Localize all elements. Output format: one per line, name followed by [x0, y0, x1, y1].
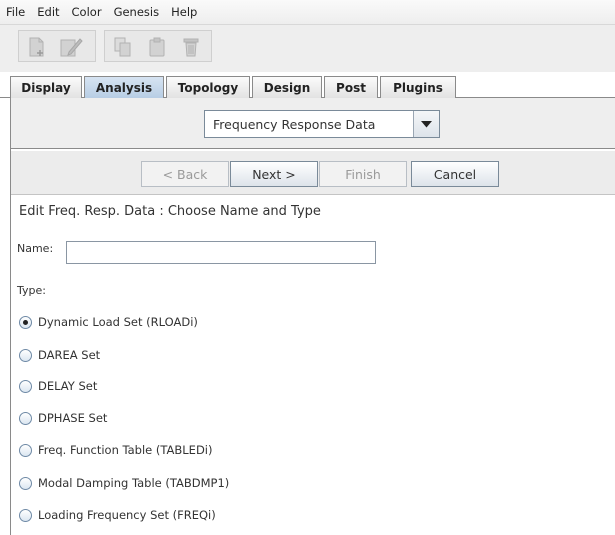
- chevron-down-icon: [421, 120, 432, 127]
- paste-button[interactable]: [145, 35, 169, 59]
- tab-design[interactable]: Design: [252, 76, 322, 98]
- new-icon: [29, 37, 44, 57]
- tab-display[interactable]: Display: [10, 76, 82, 98]
- type-option[interactable]: Modal Damping Table (TABDMP1): [19, 475, 229, 491]
- type-option[interactable]: DELAY Set: [19, 378, 97, 394]
- type-option[interactable]: Dynamic Load Set (RLOADi): [19, 314, 198, 330]
- radio-selected[interactable]: [19, 315, 32, 329]
- edit-icon: [60, 38, 83, 57]
- delete-button[interactable]: [179, 35, 203, 59]
- page-title: Edit Freq. Resp. Data : Choose Name and …: [19, 204, 321, 219]
- menu-help[interactable]: Help: [165, 5, 203, 19]
- type-label: Type:: [17, 284, 46, 297]
- tab-bar: Display Analysis Topology Design Post Pl…: [0, 74, 615, 98]
- analysis-panel: Frequency Response Data < Back Next > Fi…: [10, 98, 615, 535]
- type-selector-panel: Frequency Response Data: [11, 98, 615, 149]
- menu-edit[interactable]: Edit: [31, 5, 65, 19]
- type-option[interactable]: DAREA Set: [19, 347, 100, 363]
- type-option-label: Dynamic Load Set (RLOADi): [38, 315, 198, 329]
- data-type-combo[interactable]: Frequency Response Data: [204, 110, 440, 138]
- type-option-label: DPHASE Set: [38, 411, 108, 425]
- type-option-label: Loading Frequency Set (FREQi): [38, 508, 216, 522]
- radio-unselected[interactable]: [19, 476, 32, 490]
- radio-unselected[interactable]: [19, 508, 32, 522]
- menu-bar: File Edit Color Genesis Help: [0, 0, 615, 24]
- radio-unselected[interactable]: [19, 379, 32, 393]
- radio-unselected[interactable]: [19, 348, 32, 362]
- combo-arrow-button[interactable]: [413, 111, 439, 137]
- cancel-button[interactable]: Cancel: [411, 161, 499, 187]
- next-button[interactable]: Next >: [230, 161, 318, 187]
- type-option-label: DAREA Set: [38, 348, 101, 362]
- edit-button[interactable]: [59, 35, 83, 59]
- type-option[interactable]: Freq. Function Table (TABLEDi): [19, 442, 213, 458]
- type-option-label: DELAY Set: [38, 379, 98, 393]
- toolbar: [0, 24, 615, 72]
- type-option-label: Freq. Function Table (TABLEDi): [38, 443, 213, 457]
- copy-icon: [114, 37, 131, 57]
- type-option[interactable]: Loading Frequency Set (FREQi): [19, 507, 216, 523]
- tab-post[interactable]: Post: [324, 76, 378, 98]
- toolbar-group-edit: [18, 30, 96, 62]
- tab-plugins[interactable]: Plugins: [380, 76, 456, 98]
- menu-color[interactable]: Color: [66, 5, 108, 19]
- wizard-button-bar: < Back Next > Finish Cancel: [11, 151, 615, 195]
- name-field[interactable]: [66, 241, 376, 264]
- paste-icon: [149, 37, 165, 57]
- radio-unselected[interactable]: [19, 443, 32, 457]
- combo-value: Frequency Response Data: [213, 116, 376, 132]
- delete-icon: [183, 38, 199, 57]
- name-label: Name:: [17, 242, 54, 255]
- radio-unselected[interactable]: [19, 411, 32, 425]
- tab-topology[interactable]: Topology: [166, 76, 250, 98]
- finish-button[interactable]: Finish: [319, 161, 407, 187]
- back-button[interactable]: < Back: [141, 161, 229, 187]
- type-option[interactable]: DPHASE Set: [19, 410, 107, 426]
- new-button[interactable]: [25, 35, 49, 59]
- toolbar-group-clipboard: [104, 30, 212, 62]
- menu-file[interactable]: File: [0, 5, 31, 19]
- tab-analysis[interactable]: Analysis: [84, 76, 164, 98]
- copy-button[interactable]: [111, 35, 135, 59]
- menu-genesis[interactable]: Genesis: [108, 5, 166, 19]
- type-option-label: Modal Damping Table (TABDMP1): [38, 476, 230, 490]
